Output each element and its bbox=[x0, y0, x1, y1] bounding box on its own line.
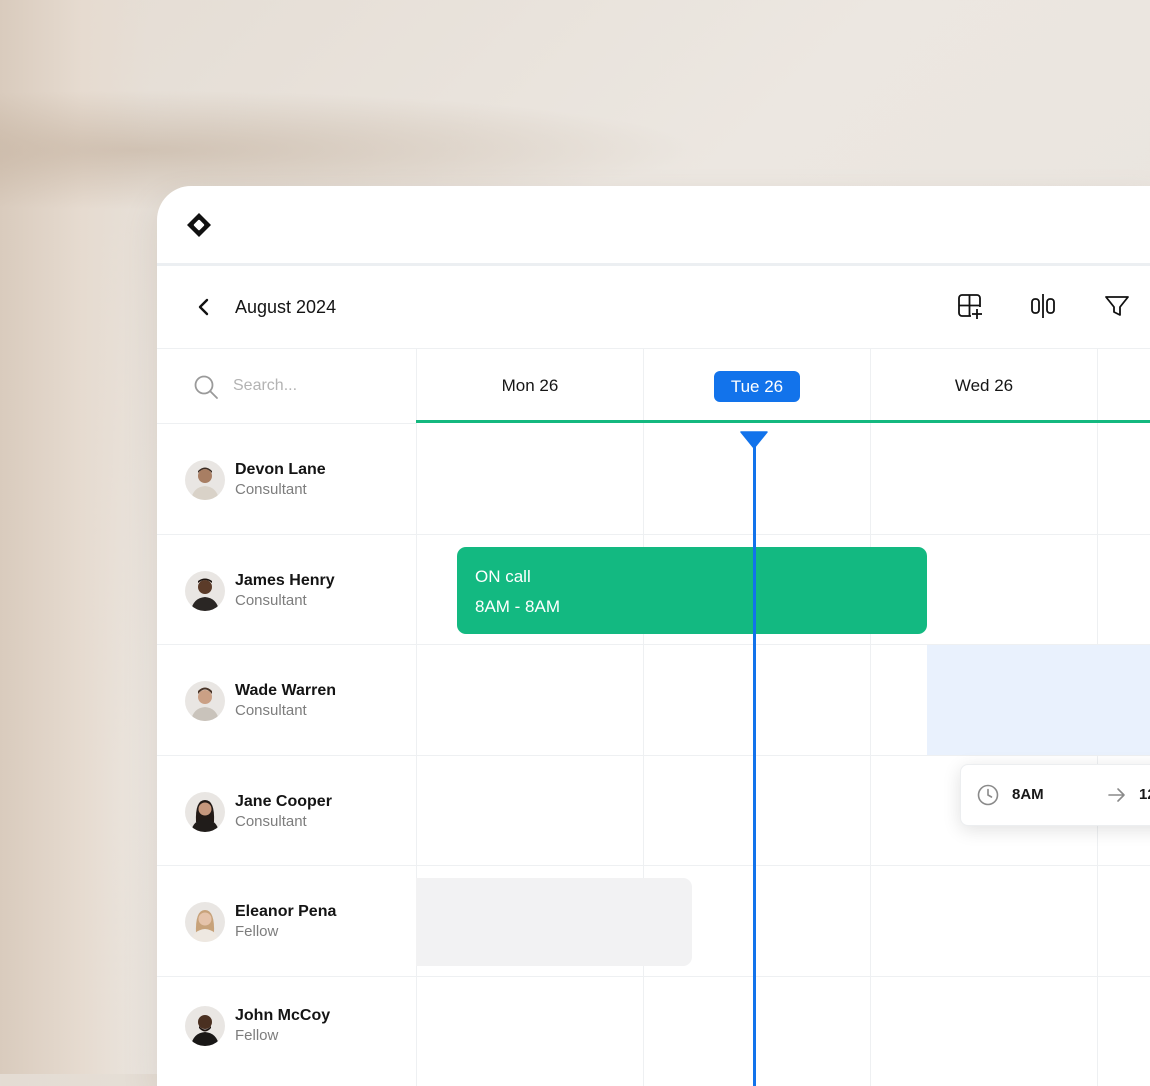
time-range-popover[interactable]: 8AM 12 bbox=[960, 764, 1150, 826]
top-bar bbox=[157, 186, 1150, 266]
calendar-toolbar: August 2024 bbox=[157, 266, 1150, 349]
avatar bbox=[185, 792, 225, 832]
day-header-mon[interactable]: Mon 26 bbox=[417, 349, 643, 423]
day-header-wed[interactable]: Wed 26 bbox=[871, 349, 1097, 423]
scheduler-window: August 2024 Mon 26 Tu bbox=[157, 186, 1150, 1086]
person-name: Devon Lane bbox=[235, 461, 326, 478]
list-item[interactable]: James Henry Consultant bbox=[185, 571, 415, 619]
event-title: ON call bbox=[475, 567, 531, 586]
selected-slot-highlight[interactable] bbox=[927, 645, 1150, 755]
person-name: Eleanor Pena bbox=[235, 903, 337, 920]
start-time[interactable]: 8AM bbox=[1012, 786, 1044, 803]
person-role: Consultant bbox=[235, 481, 307, 498]
header-underline bbox=[416, 420, 1150, 423]
current-time-line bbox=[753, 438, 756, 1086]
day-header-tue[interactable]: Tue 26 bbox=[644, 349, 870, 423]
today-badge: Tue 26 bbox=[713, 371, 801, 403]
avatar bbox=[185, 902, 225, 942]
filter-icon[interactable] bbox=[1103, 292, 1131, 320]
month-label: August 2024 bbox=[235, 297, 337, 317]
person-role: Fellow bbox=[235, 1027, 279, 1044]
search-icon bbox=[194, 375, 218, 399]
search-input[interactable] bbox=[233, 372, 393, 400]
grid-add-icon[interactable] bbox=[956, 292, 984, 320]
row-divider bbox=[157, 755, 1150, 756]
person-name: Wade Warren bbox=[235, 682, 337, 699]
end-time[interactable]: 12 bbox=[1139, 786, 1150, 803]
avatar bbox=[185, 681, 225, 721]
person-role: Fellow bbox=[235, 923, 279, 940]
person-name: John McCoy bbox=[235, 1007, 331, 1024]
diamond-logo-icon[interactable] bbox=[185, 211, 213, 239]
avatar bbox=[185, 460, 225, 500]
person-name: Jane Cooper bbox=[235, 793, 332, 810]
avatar bbox=[185, 1006, 225, 1046]
list-item[interactable]: Wade Warren Consultant bbox=[185, 681, 415, 729]
day-label: Wed 26 bbox=[954, 376, 1014, 395]
arrow-right-icon bbox=[1108, 788, 1125, 802]
person-role: Consultant bbox=[235, 592, 307, 609]
current-time-marker-icon bbox=[740, 431, 768, 449]
chevron-left-icon[interactable] bbox=[193, 296, 215, 318]
list-item[interactable]: Eleanor Pena Fellow bbox=[185, 902, 415, 950]
person-name: James Henry bbox=[235, 572, 335, 589]
day-label: Mon 26 bbox=[501, 376, 559, 395]
row-divider bbox=[157, 423, 416, 424]
list-item[interactable]: John McCoy Fellow bbox=[185, 1006, 415, 1054]
row-divider bbox=[157, 976, 1150, 977]
row-divider bbox=[157, 534, 1150, 535]
person-role: Consultant bbox=[235, 702, 307, 719]
row-divider bbox=[157, 865, 1150, 866]
list-item[interactable]: Devon Lane Consultant bbox=[185, 460, 415, 508]
person-role: Consultant bbox=[235, 813, 307, 830]
placeholder-shift-block[interactable] bbox=[416, 878, 692, 966]
avatar bbox=[185, 571, 225, 611]
shift-event-on-call[interactable]: ON call 8AM - 8AM bbox=[457, 547, 927, 634]
clock-icon bbox=[977, 784, 999, 806]
event-time: 8AM - 8AM bbox=[475, 597, 561, 616]
columns-split-icon[interactable] bbox=[1029, 292, 1057, 320]
list-item[interactable]: Jane Cooper Consultant bbox=[185, 792, 415, 840]
